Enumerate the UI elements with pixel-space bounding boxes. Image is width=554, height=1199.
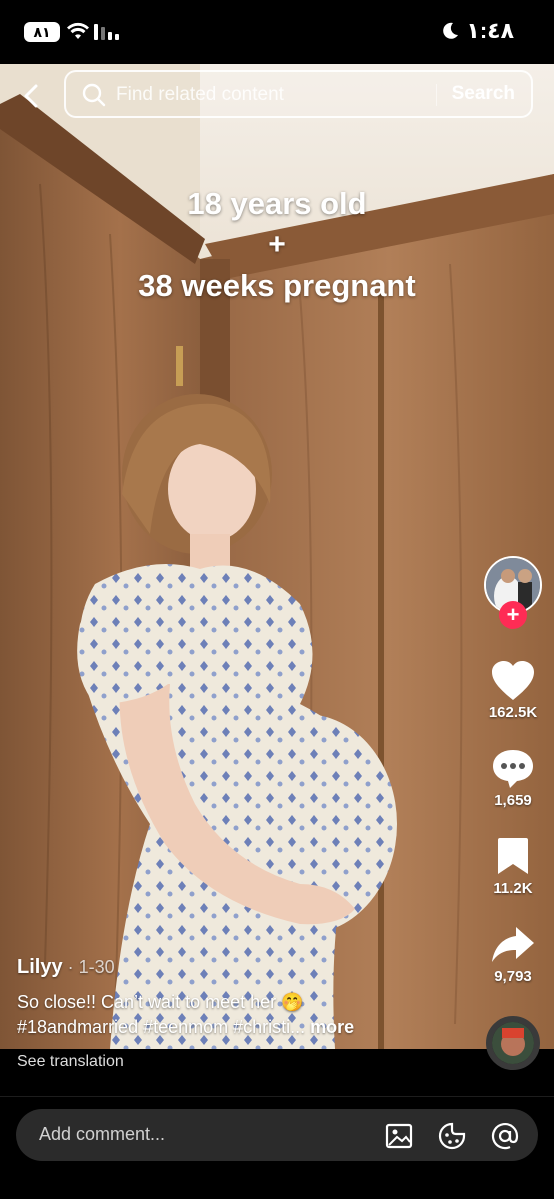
video-player[interactable]: Find related content Search 18 years old… (0, 64, 554, 1049)
wifi-icon (67, 22, 89, 39)
search-bar[interactable]: Find related content Search (64, 70, 533, 118)
share-arrow-icon[interactable] (490, 924, 536, 966)
battery-indicator: ٨١ (24, 22, 60, 42)
description-line-1: So close!! Can’t wait to meet her 🤭 (17, 992, 304, 1012)
image-icon[interactable] (384, 1121, 414, 1151)
post-date: · 1-30 (62, 957, 115, 977)
share-count: 9,793 (494, 968, 532, 985)
see-translation-link[interactable]: See translation (17, 1053, 124, 1071)
comment-icon[interactable] (490, 748, 536, 790)
moon-icon (443, 22, 459, 39)
like-count: 162.5K (488, 704, 538, 721)
video-caption-line-1: 18 years old (187, 186, 367, 221)
search-input[interactable]: Find related content (116, 84, 284, 106)
comment-placeholder[interactable]: Add comment... (39, 1124, 165, 1145)
save-count: 11.2K (493, 880, 533, 897)
comment-bar: Add comment... (0, 1096, 554, 1199)
search-icon (82, 83, 106, 107)
video-caption-line-3: 38 weeks pregnant (138, 268, 416, 303)
heart-icon[interactable] (490, 660, 536, 702)
back-arrow-icon[interactable] (18, 82, 46, 110)
video-caption-line-2: + (268, 228, 286, 261)
sticker-icon[interactable] (437, 1121, 467, 1151)
comment-input[interactable]: Add comment... (16, 1109, 538, 1161)
comment-count: 1,659 (494, 792, 532, 809)
follow-button[interactable]: + (499, 601, 527, 629)
author-name[interactable]: Lilyy · 1-30 (17, 956, 115, 979)
search-button[interactable]: Search (452, 83, 515, 105)
search-divider (436, 84, 437, 106)
mention-icon[interactable] (490, 1121, 520, 1151)
more-link[interactable]: more (305, 1017, 354, 1037)
cellular-signal-icon (94, 24, 119, 40)
description-line-2: #18andmarried #teenmom #christi... more (17, 1017, 354, 1038)
hashtags[interactable]: #18andmarried #teenmom #christi... (17, 1017, 305, 1037)
music-cover-image (492, 1022, 534, 1064)
status-bar: ٨١ ١:٤٨ (0, 0, 554, 64)
bookmark-icon[interactable] (490, 836, 536, 878)
author-label[interactable]: Lilyy (17, 956, 63, 978)
music-disc[interactable] (486, 1016, 540, 1070)
clock: ١:٤٨ (466, 18, 514, 43)
